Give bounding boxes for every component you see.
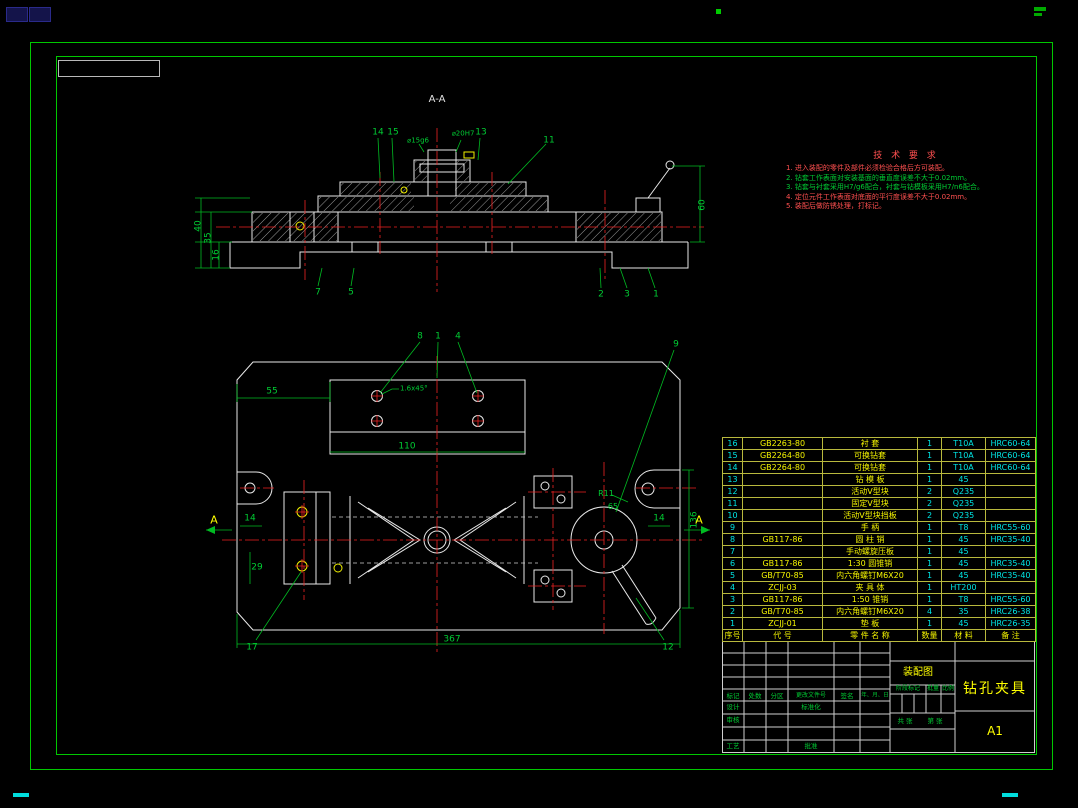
- drawing-label: A: [695, 513, 703, 527]
- drawing-label: 1: [435, 331, 441, 342]
- drawing-title: 钻孔夹具: [963, 681, 1027, 697]
- drawing-label: 5: [348, 287, 354, 298]
- drawing-label: 14: [244, 513, 256, 524]
- drawing-label: 7: [315, 287, 321, 298]
- parts-row: 8 GB117-86 圆 柱 销 1 45 HRC35-40: [722, 533, 1036, 546]
- tech-requirement-line: 5. 装配后做防锈处理，打标记。: [786, 202, 886, 210]
- tech-requirements-list: 1. 进入装配的零件及部件必须检验合格后方可装配。 2. 钻套工作表面对安装基面的…: [786, 164, 1026, 212]
- parts-row: 16 GB2263-80 衬 套 1 T10A HRC60-64: [722, 437, 1036, 450]
- parts-row: 15 GB2264-80 可换钻套 1 T10A HRC60-64: [722, 449, 1036, 462]
- parts-header-row: 序号代 号零 件 名 称数量材 料备 注: [722, 629, 1036, 642]
- parts-row: 1 ZCJJ-01 垫 板 1 45 HRC26-35: [722, 617, 1036, 630]
- drawing-label: 2: [598, 289, 604, 300]
- drawing-label: R11: [598, 489, 614, 498]
- plan-view: [206, 341, 710, 655]
- drawing-label: 1: [653, 289, 659, 300]
- parts-row: 9手 柄 1 T8 HRC55-60: [722, 521, 1036, 534]
- tech-requirement-line: 3. 钻套与衬套采用H7/g6配合，衬套与钻模板采用H7/n6配合。: [786, 183, 984, 191]
- sheet-size-label: A1: [987, 724, 1003, 738]
- drawing-label: ⌀15g6: [406, 136, 430, 145]
- drawing-label: 29: [251, 562, 263, 573]
- drawing-label: 40: [193, 220, 204, 232]
- drawing-label: 14: [372, 127, 384, 138]
- drawing-label: 13: [475, 127, 487, 138]
- parts-row: 7 手动螺旋压板 1 45: [722, 545, 1036, 558]
- drawing-label: 14: [653, 513, 665, 524]
- tech-requirements-title: 技 术 要 求: [873, 151, 939, 161]
- parts-row: 5 GB/T70-85 内六角螺钉M6X20 1 45 HRC35-40: [722, 569, 1036, 582]
- parts-row: 2 GB/T70-85 内六角螺钉M6X20 4 35 HRC26-38: [722, 605, 1036, 618]
- drawing-label: 367: [443, 634, 461, 645]
- drawing-label: A: [210, 513, 218, 527]
- parts-row: 11 固定V型块 2 Q235: [722, 497, 1036, 510]
- parts-row: 10 活动V型块挡板 2 Q235: [722, 509, 1036, 522]
- drawing-label: 16: [211, 249, 222, 261]
- tech-requirement-line: 1. 进入装配的零件及部件必须检验合格后方可装配。: [786, 164, 949, 172]
- parts-list-table: 16 GB2263-80 衬 套 1 T10A HRC60-64 15 GB2264-80 可换…: [722, 437, 1036, 642]
- drawing-label: 60: [697, 199, 708, 211]
- drawing-label: 65: [607, 502, 619, 511]
- tech-requirement-line: 4. 定位元件工作表面对底面的平行度误差不大于0.02mm。: [786, 192, 972, 201]
- parts-row: 3 GB117-86 1:50 锥销 1 T8 HRC55-60: [722, 593, 1036, 606]
- drawing-type-label: 装配图: [903, 667, 933, 678]
- parts-row: 14 GB2264-80 可换钻套 1 T10A HRC60-64: [722, 461, 1036, 474]
- parts-row: 13 钻 模 板 1 45: [722, 473, 1036, 486]
- tech-requirements: 技 术 要 求 1. 进入装配的零件及部件必须检验合格后方可装配。 2. 钻套工作…: [786, 148, 1026, 212]
- drawing-label: 3: [624, 289, 630, 300]
- drawing-label: 12: [662, 642, 674, 653]
- drawing-label: A-A: [428, 94, 446, 105]
- tech-requirement-line: 2. 钻套工作表面对安装基面的垂直度误差不大于0.02mm。: [786, 173, 972, 182]
- parts-row: 4 ZCJJ-03 夹 具 体 1 HT200: [722, 581, 1036, 594]
- drawing-label: 55: [266, 386, 278, 397]
- drawing-label: 110: [398, 441, 416, 452]
- drawing-label: 9: [673, 339, 679, 350]
- parts-row: 6 GB117-86 1:30 圆锥销 1 45 HRC35-40: [722, 557, 1036, 570]
- drawing-label: 15: [387, 127, 399, 138]
- drawing-label: 35: [203, 232, 214, 244]
- front-section-view: [195, 128, 705, 292]
- drawing-label: 1.6x45°: [400, 384, 428, 393]
- cad-sheet: { "tech": { "title": "技 术 要 求", "items":…: [0, 0, 1078, 808]
- parts-row: 12 活动V型块 2 Q235: [722, 485, 1036, 498]
- drawing-label: ⌀20H7: [451, 129, 475, 138]
- drawing-label: 4: [455, 331, 461, 342]
- drawing-label: 11: [543, 135, 555, 146]
- drawing-label: 8: [417, 331, 423, 342]
- drawing-label: 17: [246, 642, 258, 653]
